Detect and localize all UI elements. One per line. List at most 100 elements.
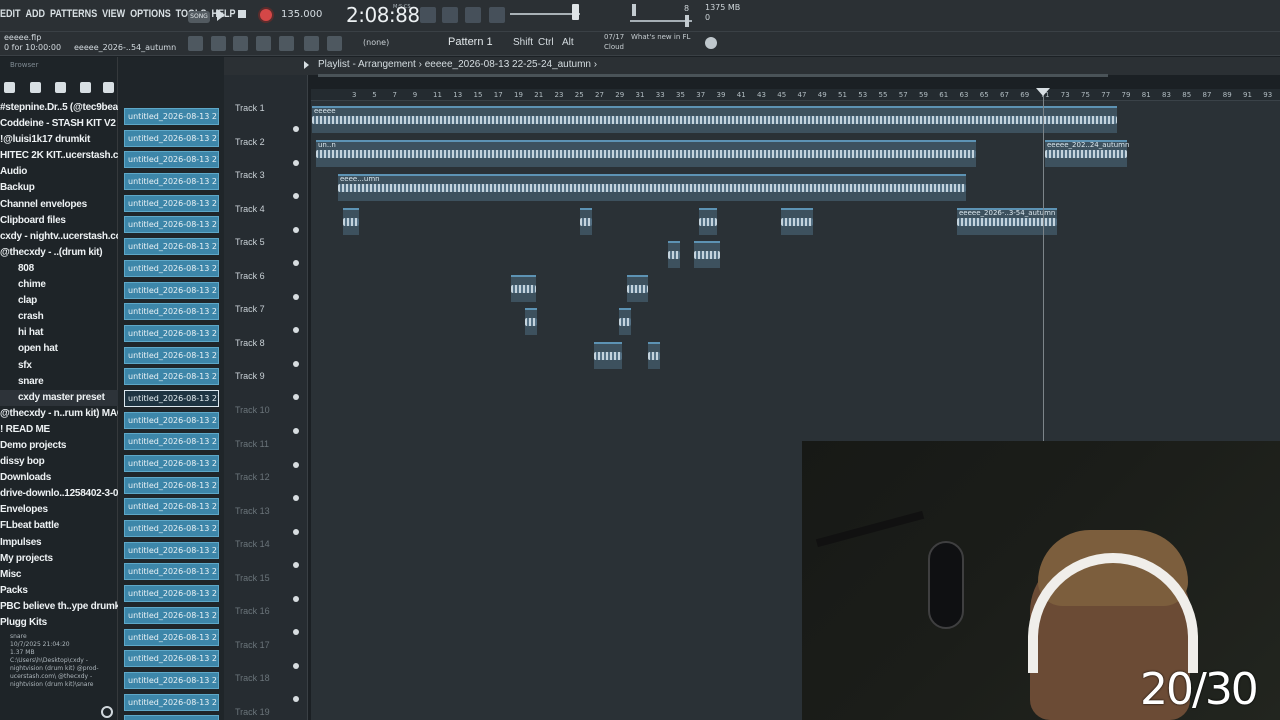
pattern-button[interactable]: untitled_2026-08-13 21-... — [124, 303, 219, 321]
pattern-button[interactable]: untitled_2026-08-13 21-... — [124, 129, 219, 147]
pattern-button[interactable]: untitled_2026-08-13 21-... — [124, 108, 219, 125]
pattern-button[interactable]: untitled_2026-08-13 21-... — [124, 671, 219, 689]
browser-star-icon[interactable] — [103, 82, 114, 93]
browser-item[interactable]: snare — [0, 374, 118, 390]
audio-clip-track2-left[interactable]: un..n — [316, 140, 976, 167]
microphone-icon[interactable] — [327, 36, 342, 51]
menu-patterns[interactable]: PATTERNS — [50, 8, 97, 20]
audio-clip-track5-1[interactable] — [668, 241, 680, 268]
track-label[interactable]: Track 17 — [235, 640, 270, 650]
track-label[interactable]: Track 6 — [235, 271, 265, 281]
browser-file-icon[interactable] — [4, 82, 15, 93]
track-mute-dot[interactable] — [293, 662, 299, 669]
pattern-button[interactable]: untitled_2026-08-13 21-... — [124, 693, 219, 711]
ctrl-button[interactable]: Ctrl — [538, 37, 554, 48]
audio-clip-track7-2[interactable] — [619, 308, 631, 335]
track-mute-dot[interactable] — [293, 360, 299, 367]
audio-clip-track3[interactable]: eeee...umn — [338, 174, 966, 201]
track-mute-dot[interactable] — [293, 293, 299, 300]
channel-rack-icon[interactable] — [211, 36, 226, 51]
pattern-button[interactable]: untitled_2026-08-13 21-... — [124, 476, 219, 494]
track-label[interactable]: Track 5 — [235, 237, 265, 247]
browser-item[interactable]: Coddeine - STASH KIT V2 I — [0, 116, 118, 132]
menu-options[interactable]: OPTIONS — [130, 8, 171, 20]
browser-item[interactable]: FLbeat battle — [0, 518, 118, 534]
browser-item[interactable]: open hat — [0, 341, 118, 357]
pattern-button[interactable]: untitled_2026-08-13 21-... — [124, 368, 219, 386]
track-label[interactable]: Track 1 — [235, 103, 265, 113]
pattern-button[interactable]: untitled_2026-08-13 21-... — [124, 541, 219, 559]
channel-selector[interactable]: (none) — [363, 38, 389, 47]
track-label[interactable]: Track 7 — [235, 304, 265, 314]
metronome-icon[interactable] — [420, 7, 436, 23]
track-label[interactable]: Track 12 — [235, 472, 270, 482]
browser-refresh-icon[interactable] — [55, 82, 66, 93]
browser-cloud-icon[interactable] — [80, 82, 91, 93]
pattern-button[interactable]: untitled_2026-08-13 21-... — [124, 455, 219, 472]
pattern-button[interactable]: untitled_2026-08-13 21-... — [124, 324, 219, 342]
mixer-icon[interactable] — [279, 36, 294, 51]
playlist-arrow-icon[interactable] — [304, 61, 309, 69]
browser-item[interactable]: #stepnine.Dr..5 (@tec9beat) — [0, 100, 118, 116]
track-mute-dot[interactable] — [293, 226, 299, 233]
pattern-button[interactable]: untitled_2026-08-13 21-... — [124, 281, 219, 299]
track-label[interactable]: Track 16 — [235, 606, 270, 616]
pattern-button[interactable]: untitled_2026-08-13 21-... — [124, 498, 219, 516]
menu-add[interactable]: ADD — [25, 8, 45, 20]
audio-clip-track8-2[interactable] — [648, 342, 660, 369]
pattern-button[interactable]: untitled_2026-08-13 21-... — [124, 194, 219, 212]
tempo-display[interactable]: 135.000 — [281, 9, 322, 20]
pattern-button[interactable]: untitled_2026-08-13 21-... — [124, 585, 219, 603]
browser-item[interactable]: crash — [0, 309, 118, 325]
plugin-picker-icon[interactable] — [304, 36, 319, 51]
browser-item[interactable]: @thecxdy - ..(drum kit) — [0, 245, 118, 261]
browser-item[interactable]: cxdy master preset — [0, 389, 118, 406]
playhead-marker[interactable] — [1036, 88, 1050, 96]
browser-item[interactable]: clap — [0, 293, 118, 309]
track-label[interactable]: Track 19 — [235, 707, 270, 717]
step-edit-icon[interactable] — [489, 7, 505, 23]
browser-item[interactable]: hi hat — [0, 325, 118, 341]
track-mute-dot[interactable] — [293, 126, 299, 132]
song-time-display[interactable]: 2:08:88 — [346, 3, 420, 27]
loop-record-icon[interactable] — [465, 7, 481, 23]
play-icon[interactable] — [217, 9, 225, 21]
browser-icon[interactable] — [256, 36, 271, 51]
alt-button[interactable]: Alt — [562, 37, 574, 48]
track-mute-dot[interactable] — [293, 427, 299, 434]
browser-item[interactable]: dissy bop — [0, 454, 118, 470]
browser-item[interactable]: sfx — [0, 358, 118, 374]
search-icon[interactable] — [101, 706, 113, 718]
menu-edit[interactable]: EDIT — [0, 8, 21, 20]
track-label[interactable]: Track 10 — [235, 405, 270, 415]
pattern-button[interactable]: untitled_2026-08-13 21-... — [124, 628, 219, 646]
count-in-icon[interactable] — [442, 7, 458, 23]
master-volume-slider[interactable] — [510, 13, 580, 15]
browser-item[interactable]: Demo projects — [0, 438, 118, 454]
audio-clip-track1[interactable]: eeeee — [312, 106, 1117, 133]
track-label[interactable]: Track 11 — [235, 439, 269, 449]
browser-item[interactable]: Plugg Kits — [0, 615, 118, 631]
browser-item[interactable]: drive-downlo..1258402-3-001 — [0, 486, 118, 502]
track-label[interactable]: Track 4 — [235, 204, 265, 214]
pattern-button[interactable]: untitled_2026-08-13 21-... — [124, 173, 219, 191]
track-mute-dot[interactable] — [293, 495, 299, 502]
browser-item[interactable]: Impulses — [0, 535, 118, 551]
playhead-line[interactable] — [1043, 89, 1044, 441]
browser-item[interactable]: chime — [0, 277, 118, 293]
browser-item[interactable]: HITEC 2K KIT..ucerstash.com — [0, 148, 118, 164]
browser-item[interactable]: ! READ ME — [0, 422, 118, 438]
track-label[interactable]: Track 2 — [235, 137, 265, 147]
audio-clip-track7-1[interactable] — [525, 308, 537, 335]
pattern-button[interactable]: untitled_2026-08-13 21-... — [124, 606, 219, 624]
pattern-button[interactable]: untitled_2026-08-13 21-... — [124, 259, 219, 277]
pattern-button[interactable]: untitled_2026-08-13 21-... — [124, 411, 219, 429]
pattern-button[interactable]: untitled_2026-08-13 21-... — [124, 650, 219, 668]
track-label[interactable]: Track 18 — [235, 673, 270, 683]
audio-clip-track4-3[interactable] — [699, 208, 717, 235]
timeline-ruler[interactable]: 3 5 7 9 11 13 15 17 19 21 23 25 27 29 31 33 35 37 39 41 43 45… — [311, 89, 1280, 101]
whats-new-link[interactable]: What's new in FL — [631, 32, 695, 42]
track-mute-dot[interactable] — [293, 595, 299, 602]
shift-button[interactable]: Shift — [513, 37, 533, 48]
pattern-button[interactable]: untitled_2026-08-13 21-... — [124, 389, 219, 407]
